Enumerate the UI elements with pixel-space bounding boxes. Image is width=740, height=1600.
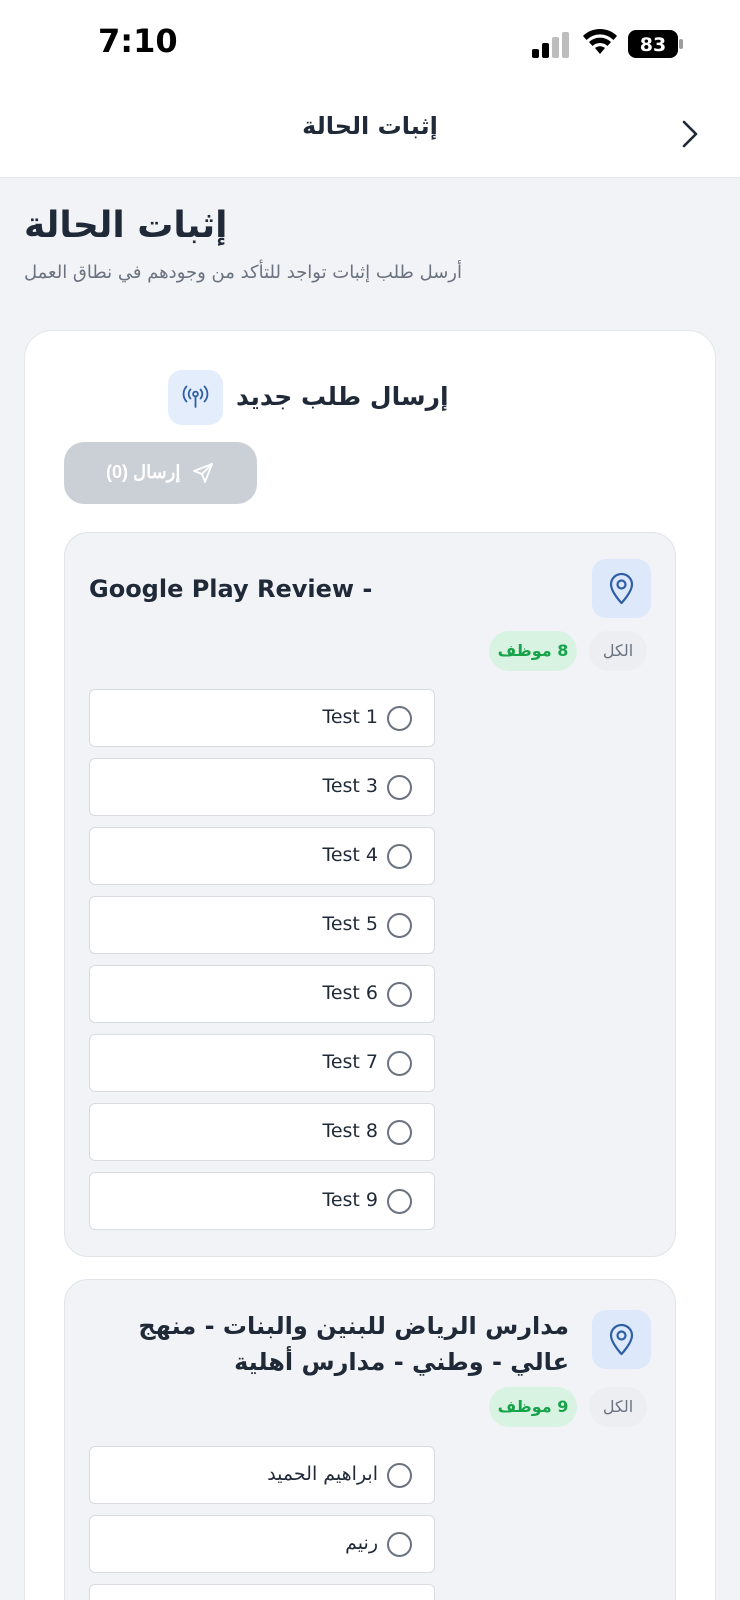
location-name: Google Play Review - xyxy=(89,575,373,603)
employee-item[interactable]: Test 8 xyxy=(89,1103,435,1161)
radio-button[interactable] xyxy=(387,1189,412,1214)
employee-item[interactable]: Test 3 xyxy=(89,758,435,816)
employee-count-badge: 8 موظف xyxy=(489,631,577,671)
battery-icon: 83 xyxy=(628,30,683,58)
battery-level: 83 xyxy=(640,34,666,56)
nav-title: إثبات الحالة xyxy=(302,112,438,140)
new-request-title: إرسال طلب جديد xyxy=(236,382,449,411)
employee-item[interactable]: رنيم xyxy=(89,1515,435,1573)
location-pin-icon-box xyxy=(592,559,651,618)
location-pin-icon xyxy=(609,1323,634,1356)
radio-button[interactable] xyxy=(387,1120,412,1145)
employee-name: Test 7 xyxy=(322,1051,378,1073)
location-card: مدارس الرياض للبنين والبنات - منهج عالي … xyxy=(64,1279,676,1600)
status-time: 7:10 xyxy=(98,22,178,60)
employee-name: Test 4 xyxy=(322,844,378,866)
employee-name: Test 1 xyxy=(322,706,378,728)
employee-item[interactable]: Test 4 xyxy=(89,827,435,885)
cellular-signal-icon xyxy=(532,32,569,58)
page-subtitle: أرسل طلب إثبات تواجد للتأكد من وجودهم في… xyxy=(24,262,462,283)
employee-item[interactable]: Test 6 xyxy=(89,965,435,1023)
send-button[interactable]: إرسال (0) xyxy=(64,442,257,504)
chevron-right-icon[interactable] xyxy=(676,116,704,152)
page-title: إثبات الحالة xyxy=(24,205,228,246)
radio-button[interactable] xyxy=(387,775,412,800)
employee-item[interactable]: Test 1 xyxy=(89,689,435,747)
radio-button[interactable] xyxy=(387,913,412,938)
location-pin-icon-box xyxy=(592,1310,651,1369)
radio-button[interactable] xyxy=(387,982,412,1007)
send-icon xyxy=(193,463,213,483)
location-card: Google Play Review - الكل 8 موظف Test 1 … xyxy=(64,532,676,1257)
broadcast-icon xyxy=(182,385,209,408)
employee-name: Test 9 xyxy=(322,1189,378,1211)
radio-button[interactable] xyxy=(387,844,412,869)
send-button-label: إرسال (0) xyxy=(106,462,181,482)
employee-name: Test 8 xyxy=(322,1120,378,1142)
wifi-icon xyxy=(583,28,617,54)
employee-name: ابراهيم الحميد xyxy=(267,1463,378,1485)
location-pin-icon xyxy=(609,572,634,605)
select-all-button[interactable]: الكل xyxy=(589,631,647,671)
radio-button[interactable] xyxy=(387,1463,412,1488)
location-name: مدارس الرياض للبنين والبنات - منهج عالي … xyxy=(138,1312,569,1376)
radio-button[interactable] xyxy=(387,1051,412,1076)
employee-item[interactable]: Test 5 xyxy=(89,896,435,954)
employee-list: Test 1 Test 3 Test 4 Test 5 Test 6 Test … xyxy=(89,689,435,1241)
status-bar: 7:10 83 xyxy=(0,0,740,92)
employee-item[interactable]: Test 9 xyxy=(89,1172,435,1230)
employee-item[interactable]: ابراهيم الحميد xyxy=(89,1446,435,1504)
employee-list: ابراهيم الحميد رنيم xyxy=(89,1446,435,1600)
employee-count-badge: 9 موظف xyxy=(489,1387,577,1427)
employee-name: Test 6 xyxy=(322,982,378,1004)
employee-name: Test 5 xyxy=(322,913,378,935)
radio-button[interactable] xyxy=(387,706,412,731)
navigation-bar: إثبات الحالة xyxy=(0,92,740,178)
employee-item[interactable] xyxy=(89,1584,435,1600)
employee-name: Test 3 xyxy=(322,775,378,797)
employee-name: رنيم xyxy=(345,1532,378,1554)
employee-item[interactable]: Test 7 xyxy=(89,1034,435,1092)
select-all-button[interactable]: الكل xyxy=(589,1387,647,1427)
broadcast-icon-box xyxy=(168,370,223,425)
radio-button[interactable] xyxy=(387,1532,412,1557)
